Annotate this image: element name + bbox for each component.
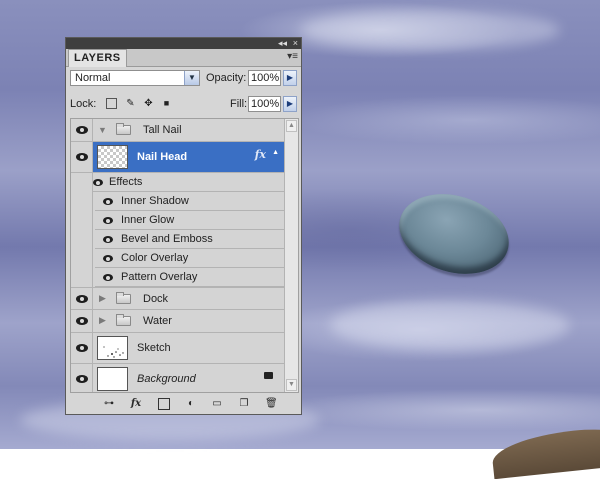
layer-list: ▼ Tall Nail Nail Head fx ▲ Effects Inner… (70, 118, 299, 393)
effect-row-bevel-emboss[interactable]: Bevel and Emboss (95, 230, 284, 249)
layer-name: Sketch (137, 342, 171, 354)
layer-name: Water (143, 315, 172, 327)
cloud (330, 300, 570, 350)
nail-head-artwork (389, 181, 519, 287)
sketch-thumbnail-art (103, 346, 124, 358)
layer-thumbnail (97, 336, 128, 360)
lock-icon (264, 372, 273, 379)
scroll-up-button[interactable]: ▲ (286, 120, 297, 132)
effect-row-color-overlay[interactable]: Color Overlay (95, 249, 284, 268)
eye-icon[interactable] (76, 295, 88, 303)
fill-label: Fill: (230, 98, 248, 110)
add-style-icon[interactable]: fx (130, 398, 142, 410)
folder-icon (116, 292, 131, 304)
fill-slider-button[interactable]: ▶ (283, 96, 297, 112)
layer-row-dock[interactable]: ▶ Dock (71, 287, 284, 310)
layer-row-tall-nail[interactable]: ▼ Tall Nail (71, 119, 284, 142)
folder-icon (116, 123, 131, 135)
effect-row-inner-shadow[interactable]: Inner Shadow (95, 192, 284, 211)
effect-row-pattern-overlay[interactable]: Pattern Overlay (95, 268, 284, 287)
chevron-down-icon[interactable]: ▼ (184, 71, 199, 85)
adjustment-layer-icon[interactable]: ◐ (185, 398, 197, 410)
eye-icon[interactable] (76, 344, 88, 352)
opacity-input[interactable]: 100% (248, 70, 281, 86)
blend-mode-value: Normal (75, 72, 111, 84)
expand-triangle-icon[interactable]: ▶ (99, 315, 106, 326)
effect-name: Color Overlay (121, 252, 189, 264)
effects-eye-column (71, 173, 93, 287)
layer-row-nail-head[interactable]: Nail Head fx ▲ (71, 142, 284, 173)
layer-name: Dock (143, 293, 169, 305)
blend-row: Normal ▼ Opacity: 100% ▶ (70, 70, 298, 87)
lock-transparency-icon[interactable] (106, 98, 117, 109)
tab-layers[interactable]: LAYERS (68, 49, 127, 67)
panel-titlebar[interactable]: ◂◂ × (66, 38, 301, 49)
new-layer-icon[interactable]: ❐ (238, 398, 250, 410)
opacity-label: Opacity: (206, 72, 247, 84)
collapse-panel-button[interactable]: ◂◂ (278, 38, 287, 49)
layer-thumbnail (97, 145, 128, 169)
effect-name: Pattern Overlay (121, 271, 198, 283)
eye-icon[interactable] (76, 375, 88, 383)
folder-icon (116, 314, 131, 326)
eye-icon[interactable] (103, 198, 113, 205)
eye-icon[interactable] (76, 317, 88, 325)
cloud (300, 10, 560, 50)
layer-row-background[interactable]: Background (71, 364, 284, 392)
layer-name: Tall Nail (143, 124, 182, 136)
eye-icon[interactable] (93, 179, 103, 186)
effect-name: Inner Glow (121, 214, 175, 226)
visibility-cell[interactable] (71, 288, 93, 309)
trash-icon[interactable]: 🗑 (265, 398, 278, 410)
close-panel-button[interactable]: × (293, 38, 298, 49)
opacity-slider-button[interactable]: ▶ (283, 70, 297, 86)
layer-name: Nail Head (137, 151, 188, 163)
eye-icon[interactable] (103, 274, 113, 281)
scroll-down-button[interactable]: ▼ (286, 379, 297, 391)
panel-menu-icon[interactable]: ▾≡ (287, 51, 298, 62)
lock-position-icon[interactable]: ✥ (143, 98, 154, 109)
dock-artwork (490, 424, 600, 479)
layer-thumbnail (97, 367, 128, 391)
fill-input[interactable]: 100% (248, 96, 281, 112)
fx-icon[interactable]: fx (255, 148, 266, 161)
eye-icon[interactable] (76, 153, 88, 161)
blend-mode-select[interactable]: Normal ▼ (70, 70, 200, 86)
lock-image-icon[interactable]: ✎ (125, 98, 136, 109)
visibility-cell[interactable] (71, 333, 93, 363)
link-layers-icon[interactable]: ⊶ (103, 398, 115, 410)
layer-row-water[interactable]: ▶ Water (71, 310, 284, 333)
effects-header[interactable]: Effects (93, 173, 284, 192)
panel-footer: ⊶ fx ◐ ▭ ❐ 🗑 (66, 394, 301, 414)
visibility-cell[interactable] (71, 119, 93, 141)
lock-row: Lock: ✎ ✥ ■ Fill: 100% ▶ (70, 96, 298, 113)
expand-triangle-icon[interactable]: ▶ (99, 293, 106, 304)
visibility-cell[interactable] (71, 142, 93, 172)
layers-panel: ◂◂ × LAYERS ▾≡ Normal ▼ Opacity: 100% ▶ … (65, 37, 302, 415)
new-group-icon[interactable]: ▭ (211, 398, 223, 410)
collapse-effects-icon[interactable]: ▲ (272, 149, 279, 156)
layer-row-sketch[interactable]: Sketch (71, 333, 284, 364)
effect-name: Bevel and Emboss (121, 233, 213, 245)
lock-all-icon[interactable]: ■ (161, 98, 172, 109)
eye-icon[interactable] (76, 126, 88, 134)
add-mask-icon[interactable] (158, 398, 170, 410)
layer-list-scrollbar[interactable]: ▲ ▼ (284, 119, 298, 392)
effects-label: Effects (109, 176, 143, 188)
lock-label: Lock: (70, 98, 97, 110)
layer-name: Background (137, 373, 196, 385)
effect-row-inner-glow[interactable]: Inner Glow (95, 211, 284, 230)
eye-icon[interactable] (103, 217, 113, 224)
eye-icon[interactable] (103, 255, 113, 262)
panel-tab-row: LAYERS ▾≡ (66, 49, 301, 67)
visibility-cell[interactable] (71, 364, 93, 392)
effect-name: Inner Shadow (121, 195, 189, 207)
visibility-cell[interactable] (71, 310, 93, 332)
eye-icon[interactable] (103, 236, 113, 243)
expand-triangle-icon[interactable]: ▼ (98, 125, 107, 135)
